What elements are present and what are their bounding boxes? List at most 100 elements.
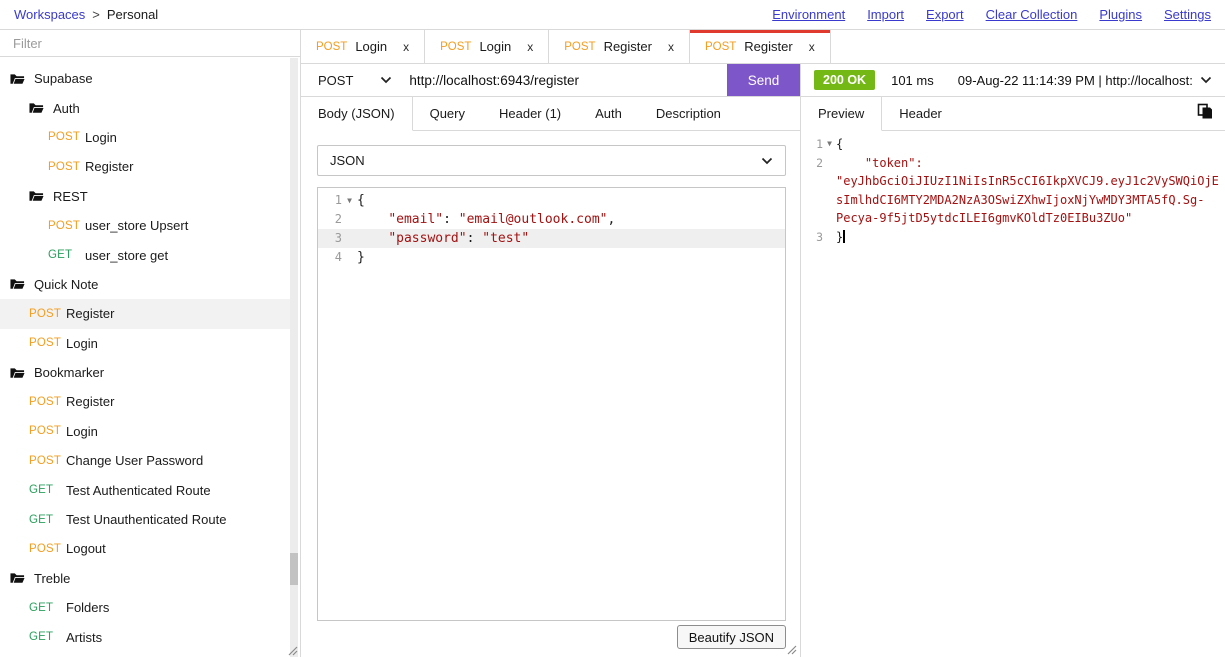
code-line: 1▼{ [801, 135, 1221, 154]
response-tab-preview[interactable]: Preview [801, 97, 882, 131]
body-json-editor[interactable]: 1▼{2 "email": "email@outlook.com",3 "pas… [317, 187, 786, 621]
sidebar-request-login[interactable]: POSTLogin [0, 329, 290, 358]
sidebar-request-artists[interactable]: GETArtists [0, 622, 290, 651]
sidebar-request-test-unauthenticated-route[interactable]: GETTest Unauthenticated Route [0, 505, 290, 534]
sidebar-request-register[interactable]: POSTRegister [0, 299, 290, 328]
item-label: Login [66, 336, 98, 351]
open-folder-icon [10, 367, 25, 379]
method-label: GET [29, 602, 66, 614]
method-label: POST [440, 41, 471, 53]
tab-query[interactable]: Query [413, 97, 482, 131]
settings-link[interactable]: Settings [1164, 7, 1211, 22]
sidebar-request-register[interactable]: POSTRegister [0, 387, 290, 416]
sidebar-request-test-authenticated-route[interactable]: GETTest Authenticated Route [0, 475, 290, 504]
item-label: Folders [66, 600, 109, 615]
url-input[interactable] [409, 64, 727, 96]
text-cursor [843, 230, 845, 243]
item-label: Bookmarker [34, 365, 104, 380]
sidebar-request-user-store-upsert[interactable]: POSTuser_store Upsert [0, 211, 290, 240]
method-label: GET [29, 484, 66, 496]
method-value: POST [318, 73, 353, 88]
item-label: REST [53, 189, 88, 204]
sidebar-folder-rest[interactable]: REST [0, 182, 290, 211]
method-label: POST [316, 41, 347, 53]
method-label: POST [48, 131, 85, 143]
export-link[interactable]: Export [926, 7, 964, 22]
sidebar-folder-supabase[interactable]: Supabase [0, 64, 290, 93]
item-label: Quick Note [34, 277, 98, 292]
item-label: user_store Upsert [85, 218, 188, 233]
panel-resize-grip[interactable] [786, 644, 797, 655]
app-window: Workspaces > Personal Environment Import E… [0, 0, 1225, 657]
method-select[interactable]: POST [301, 73, 409, 88]
method-label: POST [29, 337, 66, 349]
tab-post-register[interactable]: POSTRegisterx [549, 30, 690, 63]
tab-body-json[interactable]: Body (JSON) [301, 97, 413, 131]
fold-arrow-icon[interactable]: ▼ [823, 135, 836, 154]
method-label: POST [29, 396, 66, 408]
line-number [801, 191, 823, 210]
fold-arrow-icon [823, 154, 836, 173]
sidebar-request-login[interactable]: POSTLogin [0, 123, 290, 152]
code-line: 2 "email": "email@outlook.com", [318, 210, 785, 229]
response-meta-bar: 200 OK 101 ms 09-Aug-22 11:14:39 PM | ht… [800, 64, 1225, 97]
line-number: 1 [801, 135, 823, 154]
open-folder-icon [29, 102, 44, 114]
tab-post-login[interactable]: POSTLoginx [425, 30, 549, 63]
sidebar-scrollbar[interactable] [290, 58, 298, 657]
breadcrumb: Workspaces > Personal [14, 7, 158, 22]
beautify-json-button[interactable]: Beautify JSON [677, 625, 786, 649]
line-number: 3 [318, 229, 342, 248]
fold-arrow-icon [823, 228, 836, 247]
subtab-filler [738, 97, 800, 131]
tab-auth[interactable]: Auth [578, 97, 639, 131]
sidebar-folder-treble[interactable]: Treble [0, 564, 290, 593]
workspaces-link[interactable]: Workspaces [14, 7, 85, 22]
sidebar-request-register[interactable]: POSTRegister [0, 152, 290, 181]
clear-collection-link[interactable]: Clear Collection [986, 7, 1078, 22]
item-label: Register [85, 159, 133, 174]
response-subtabs: PreviewHeader [801, 97, 1225, 131]
request-tabbar: POSTLoginxPOSTLoginxPOSTRegisterxPOSTReg… [301, 30, 1225, 64]
line-number: 2 [318, 210, 342, 229]
close-icon[interactable]: x [527, 40, 533, 54]
body-type-select[interactable]: JSON [317, 145, 786, 176]
sidebar-resize-grip[interactable] [287, 645, 298, 656]
tab-description[interactable]: Description [639, 97, 738, 131]
open-folder-icon [10, 73, 25, 85]
item-label: Change User Password [66, 453, 203, 468]
send-button[interactable]: Send [727, 64, 800, 96]
plugins-link[interactable]: Plugins [1099, 7, 1142, 22]
tab-post-register[interactable]: POSTRegisterx [690, 30, 831, 63]
import-link[interactable]: Import [867, 7, 904, 22]
sidebar-request-login[interactable]: POSTLogin [0, 417, 290, 446]
code-line: 3} [801, 228, 1221, 247]
top-bar: Workspaces > Personal Environment Import E… [0, 0, 1225, 30]
close-icon[interactable]: x [403, 40, 409, 54]
response-preview-body[interactable]: 1▼{2 "token":"eyJhbGciOiJIUzI1NiIsInR5cC… [801, 135, 1221, 657]
code-line: "eyJhbGciOiJIUzI1NiIsInR5cCI6IkpXVCJ9.ey… [801, 172, 1221, 191]
sidebar-request-folders[interactable]: GETFolders [0, 593, 290, 622]
sidebar-request-change-user-password[interactable]: POSTChange User Password [0, 446, 290, 475]
sidebar-request-user-store-get[interactable]: GETuser_store get [0, 240, 290, 269]
scrollbar-thumb[interactable] [290, 553, 298, 585]
sidebar-folder-bookmarker[interactable]: Bookmarker [0, 358, 290, 387]
line-number: 4 [318, 248, 342, 267]
response-tab-header[interactable]: Header [882, 97, 959, 131]
method-label: POST [29, 425, 66, 437]
method-label: POST [48, 220, 85, 232]
environment-link[interactable]: Environment [772, 7, 845, 22]
copy-icon[interactable] [1197, 103, 1213, 120]
filter-input[interactable] [0, 30, 300, 57]
tab-header-1[interactable]: Header (1) [482, 97, 578, 131]
collection-tree: SupabaseAuthPOSTLoginPOSTRegisterRESTPOS… [0, 58, 290, 657]
close-icon[interactable]: x [668, 40, 674, 54]
sidebar-folder-quick-note[interactable]: Quick Note [0, 270, 290, 299]
sidebar-request-logout[interactable]: POSTLogout [0, 534, 290, 563]
code-line: sImlhdCI6MTY2MDA2NzA3OSwiZXhwIjoxNjYwMDY… [801, 191, 1221, 210]
fold-arrow-icon[interactable]: ▼ [342, 191, 357, 210]
response-history-select[interactable]: 09-Aug-22 11:14:39 PM | http://localhost… [958, 73, 1212, 88]
tab-post-login[interactable]: POSTLoginx [301, 30, 425, 63]
sidebar-folder-auth[interactable]: Auth [0, 93, 290, 122]
close-icon[interactable]: x [809, 40, 815, 54]
